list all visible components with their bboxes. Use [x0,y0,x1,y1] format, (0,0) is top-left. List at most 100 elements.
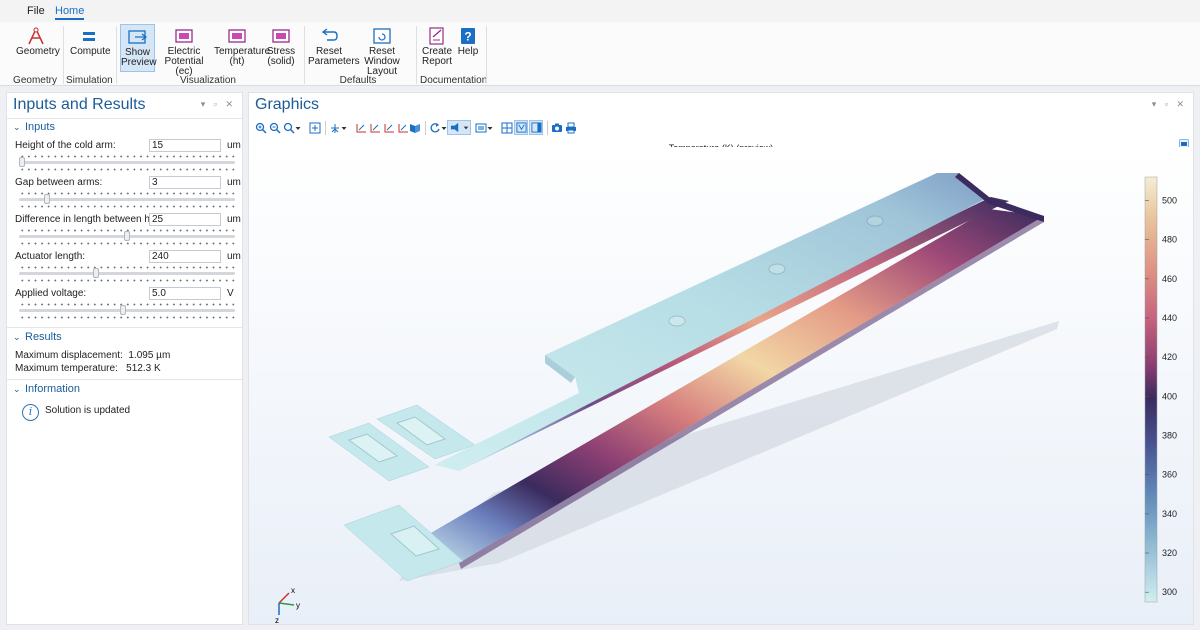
geometry-button[interactable]: Geometry [16,24,60,72]
info-icon: i [22,404,39,421]
slider-thumb[interactable] [19,157,25,167]
param-input[interactable]: 5.0 [149,287,221,300]
param-unit: V [227,288,234,299]
result-label: Maximum displacement: [15,350,123,361]
group-divider [486,26,487,84]
colorbar-tick-label: 500 [1162,196,1177,206]
section-divider [7,327,242,328]
show-preview-button[interactable]: Show Preview [120,24,157,72]
chevron-down-icon: ⌄ [13,384,21,394]
panel-window-controls[interactable]: ▾ ▫ ✕ [201,99,236,110]
param-unit: um [227,177,241,188]
slider-tick-marks [19,303,235,306]
section-inputs-label: Inputs [25,121,55,133]
reset-params-label-2: Parameters [308,56,360,67]
create-report-button[interactable]: Create Report [422,24,452,72]
preview-icon [127,28,149,46]
section-results-label: Results [25,331,62,343]
section-divider [7,379,242,380]
menu-tab-file[interactable]: File [27,4,45,18]
colorbar-tick-label: 380 [1162,431,1177,441]
slider-tick-marks [19,192,235,195]
param-input[interactable]: 3 [149,176,221,189]
stress-label-2: (solid) [267,56,295,67]
stress-button[interactable]: Stress (solid) [264,24,298,72]
colorbar-tick-label: 320 [1162,548,1177,558]
param-label: Applied voltage: [15,288,87,299]
param-label: Height of the cold arm: [15,140,116,151]
param-unit: um [227,140,241,151]
colorbar-tick-label: 480 [1162,235,1177,245]
group-divider [116,26,117,84]
plot-icon-temperature [226,27,248,45]
colorbar-tick-label: 420 [1162,352,1177,362]
ribbon-toolbar: Geometry Geometry Compute Simulation Sho… [0,22,1200,86]
reset-parameters-button[interactable]: Reset Parameters [308,24,360,72]
slider-thumb[interactable] [44,194,51,204]
result-row-displacement: Maximum displacement: 1.095 µm [15,350,170,361]
param-label: Gap between arms: [15,177,103,188]
group-label-visualization: Visualization [180,75,236,86]
slider-thumb[interactable] [92,268,99,278]
param-slider[interactable] [19,161,235,164]
slider-thumb[interactable] [124,231,130,241]
show-preview-label-2: Preview [121,57,157,68]
group-label-simulation: Simulation [66,75,113,86]
axis-label-x: x [291,586,295,595]
dimple [668,315,686,327]
group-divider [63,26,64,84]
section-divider [7,118,242,119]
create-report-label-2: Report [422,56,453,67]
section-inputs[interactable]: ⌄ Inputs [13,121,55,133]
section-information-label: Information [25,383,81,395]
param-unit: um [227,214,241,225]
param-slider[interactable] [19,198,235,201]
undo-icon [318,27,340,45]
chevron-down-icon: ⌄ [13,332,21,342]
help-button[interactable]: ? Help [456,24,480,72]
dimple [866,215,884,227]
slider-tick-marks [19,168,235,171]
colorbar [1144,176,1158,603]
electric-potential-button[interactable]: Electric Potential (ec) [160,24,208,77]
plot-icon-stress [270,27,292,45]
result-row-temperature: Maximum temperature: 512.3 K [15,363,161,374]
slider-thumb[interactable] [119,305,126,315]
group-label-defaults: Defaults [339,75,377,86]
reset-window-layout-button[interactable]: Reset Window Layout [356,24,408,77]
temperature-button[interactable]: Temperature (ht) [214,24,270,72]
electric-label-2: Potential (ec) [164,56,204,77]
help-icon: ? [457,27,479,45]
help-label: Help [457,46,479,57]
slider-tick-marks [19,205,235,208]
report-icon [426,27,448,45]
info-message: Solution is updated [45,405,131,416]
param-input[interactable]: 25 [149,213,221,226]
svg-text:?: ? [464,30,471,44]
param-input[interactable]: 15 [149,139,221,152]
colorbar-tick-label: 440 [1162,313,1177,323]
group-label-geometry: Geometry [13,75,57,86]
colorbar-tick-label: 400 [1162,391,1177,401]
slider-tick-marks [19,266,235,269]
group-divider [416,26,417,84]
model-viewport[interactable]: x y z 500 480 460 440 420 400 380 360 340 320 300 [249,93,1193,624]
slider-tick-marks [19,242,235,245]
section-results[interactable]: ⌄ Results [13,331,62,343]
menu-tab-home[interactable]: Home [55,4,85,20]
param-slider[interactable] [19,272,235,275]
colorbar-tick-label: 340 [1162,509,1177,519]
param-input[interactable]: 240 [149,250,221,263]
colorbar-tick-label: 300 [1162,587,1177,597]
geometry-icon [25,27,47,45]
result-value: 1.095 µm [128,350,171,361]
param-slider[interactable] [19,309,235,312]
result-value: 512.3 K [126,363,161,374]
geometry-button-label: Geometry [16,46,60,57]
equals-icon [78,27,100,45]
group-label-documentation: Documentation [420,75,488,86]
section-information[interactable]: ⌄ Information [13,383,80,395]
temperature-label-2: (ht) [229,56,245,67]
inputs-results-panel: Inputs and Results ▾ ▫ ✕ ⌄ Inputs Height … [6,92,243,625]
compute-button[interactable]: Compute [70,24,111,72]
